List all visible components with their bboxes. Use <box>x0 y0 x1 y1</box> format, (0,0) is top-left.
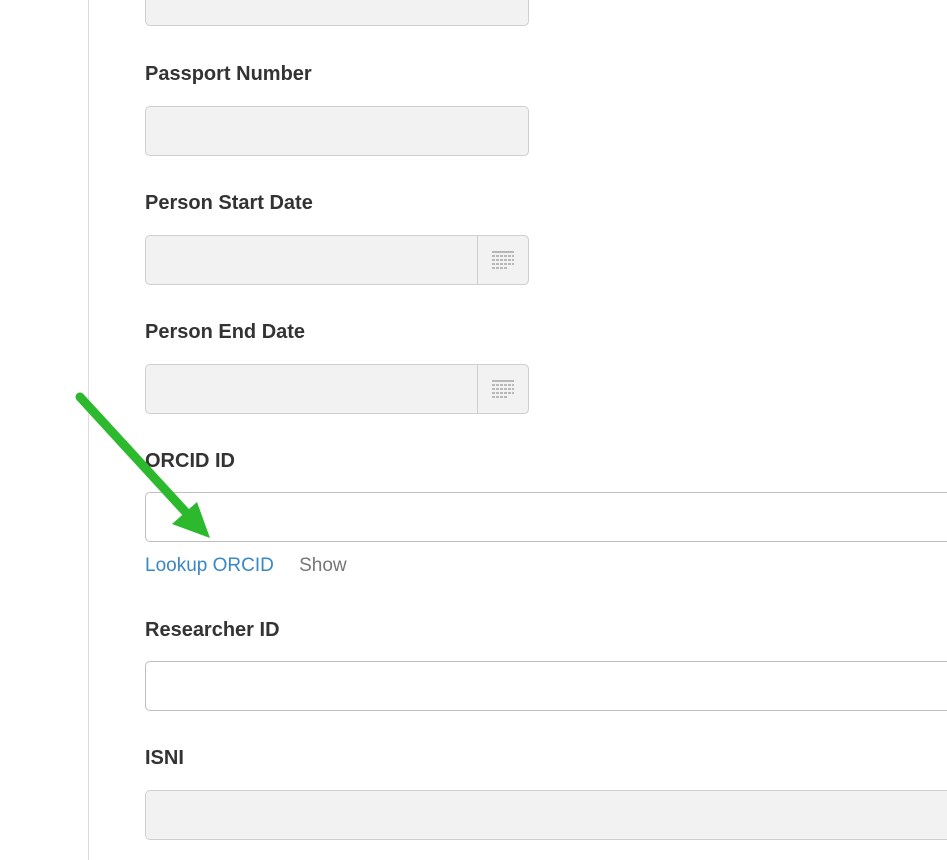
passport-number-input[interactable] <box>145 106 529 156</box>
isni-input[interactable] <box>145 790 947 840</box>
lookup-orcid-link[interactable]: Lookup ORCID <box>145 555 274 576</box>
researcher-id-label: Researcher ID <box>145 619 280 641</box>
person-start-date-group <box>145 235 529 285</box>
previous-field[interactable] <box>145 0 529 26</box>
passport-number-label: Passport Number <box>145 63 312 85</box>
orcid-actions: Lookup ORCID Show <box>145 554 347 578</box>
person-end-date-input[interactable] <box>145 364 529 414</box>
person-end-date-label: Person End Date <box>145 321 306 343</box>
orcid-id-input[interactable] <box>145 492 947 542</box>
person-end-date-calendar-button[interactable] <box>477 364 529 414</box>
person-start-date-calendar-button[interactable] <box>477 235 529 285</box>
left-gutter <box>0 0 89 860</box>
person-start-date-label: Person Start Date <box>145 192 313 214</box>
orcid-id-label: ORCID ID <box>145 450 235 472</box>
isni-label: ISNI <box>145 747 184 769</box>
person-start-date-input[interactable] <box>145 235 529 285</box>
person-end-date-group <box>145 364 529 414</box>
calendar-icon <box>492 380 514 398</box>
show-orcid-link[interactable]: Show <box>299 555 347 576</box>
calendar-icon <box>492 251 514 269</box>
researcher-id-input[interactable] <box>145 661 947 711</box>
